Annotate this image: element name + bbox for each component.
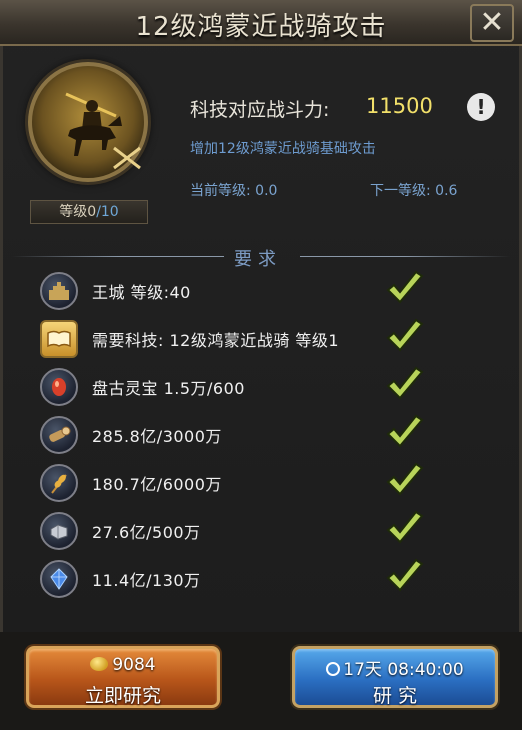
title-bar: 12级鸿蒙近战骑攻击 ✕ bbox=[0, 0, 522, 46]
requirement-text: 27.6亿/500万 bbox=[92, 523, 201, 542]
iron-ore-icon bbox=[40, 512, 78, 550]
power-value: 11500 bbox=[366, 94, 433, 118]
close-button[interactable]: ✕ bbox=[470, 4, 514, 42]
research-time: 17天 08:40:00 bbox=[295, 655, 495, 680]
tech-description: 增加12级鸿蒙近战骑基础攻击 bbox=[190, 141, 376, 157]
instant-cost-value: 9084 bbox=[112, 655, 156, 675]
check-icon bbox=[386, 318, 424, 352]
divider-left bbox=[12, 256, 224, 257]
red-gem-icon bbox=[40, 368, 78, 406]
research-button[interactable]: 17天 08:40:00 研 究 bbox=[292, 646, 498, 708]
tech-emblem: 等级0/10 bbox=[22, 62, 154, 224]
requirement-text: 11.4亿/130万 bbox=[92, 571, 201, 590]
info-icon[interactable]: ! bbox=[467, 93, 495, 121]
requirement-row-iron: 27.6亿/500万 bbox=[40, 510, 480, 550]
requirement-text: 180.7亿/6000万 bbox=[92, 475, 222, 494]
castle-icon bbox=[40, 272, 78, 310]
check-icon bbox=[386, 366, 424, 400]
instant-cost: 9084 bbox=[29, 655, 217, 675]
power-label: 科技对应战斗力: bbox=[190, 99, 330, 121]
requirement-row-castle: 王城 等级:40 bbox=[40, 270, 480, 310]
check-icon bbox=[386, 270, 424, 304]
book-icon bbox=[40, 320, 78, 358]
research-time-value: 17天 08:40:00 bbox=[343, 660, 464, 680]
window-title: 12级鸿蒙近战骑攻击 bbox=[135, 12, 387, 42]
check-icon bbox=[386, 462, 424, 496]
tech-level-banner: 等级0/10 bbox=[30, 200, 148, 224]
tech-icon-frame bbox=[28, 62, 148, 182]
clock-icon bbox=[326, 662, 341, 676]
requirement-row-crystal: 11.4亿/130万 bbox=[40, 558, 480, 598]
requirement-row-wood: 285.8亿/3000万 bbox=[40, 414, 480, 454]
current-level-stat: 当前等级: 0.0 bbox=[190, 183, 278, 199]
requirement-text: 王城 等级:40 bbox=[92, 283, 191, 302]
instant-research-button[interactable]: 9084 立即研究 bbox=[26, 646, 220, 708]
crossed-swords-icon bbox=[113, 146, 141, 170]
requirement-row-treasure: 盘古灵宝 1.5万/600 bbox=[40, 366, 480, 406]
instant-research-label: 立即研究 bbox=[84, 685, 161, 707]
level-max: /10 bbox=[96, 204, 119, 220]
requirement-text: 需要科技: 12级鸿蒙近战骑 等级1 bbox=[92, 331, 340, 350]
blue-crystal-icon bbox=[40, 560, 78, 598]
check-icon bbox=[386, 414, 424, 448]
close-icon: ✕ bbox=[479, 5, 505, 40]
requirement-row-grain: 180.7亿/6000万 bbox=[40, 462, 480, 502]
next-level-stat: 下一等级: 0.6 bbox=[370, 183, 458, 199]
requirement-text: 285.8亿/3000万 bbox=[92, 427, 222, 446]
level-current: 0 bbox=[87, 204, 97, 220]
requirement-text: 盘古灵宝 1.5万/600 bbox=[92, 379, 245, 398]
divider-right bbox=[300, 256, 510, 257]
check-icon bbox=[386, 510, 424, 544]
wheat-icon bbox=[40, 464, 78, 502]
wood-log-icon bbox=[40, 416, 78, 454]
level-prefix: 等级 bbox=[59, 204, 88, 220]
gold-coin-icon bbox=[90, 657, 109, 671]
requirements-title: 要求 bbox=[234, 249, 282, 270]
requirement-row-tech: 需要科技: 12级鸿蒙近战骑 等级1 bbox=[40, 318, 480, 358]
check-icon bbox=[386, 558, 424, 592]
research-label: 研 究 bbox=[372, 685, 418, 707]
